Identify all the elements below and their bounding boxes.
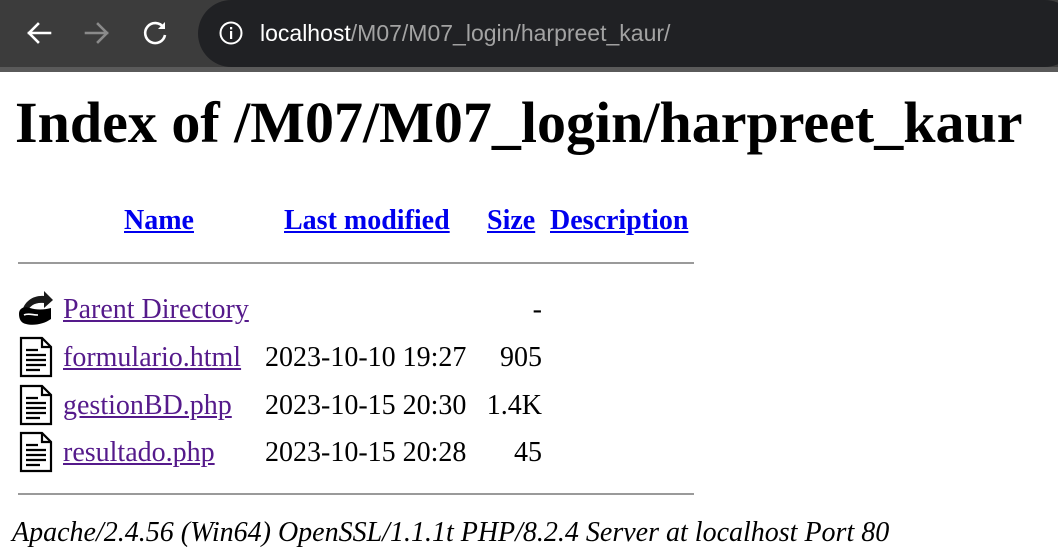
row-size: 905 xyxy=(500,342,542,373)
url-text[interactable]: localhost/M07/M07_login/harpreet_kaur/ xyxy=(260,15,670,51)
column-header-description[interactable]: Description xyxy=(550,203,688,239)
row-size: 45 xyxy=(514,437,542,468)
row-name-link[interactable]: formulario.html xyxy=(63,340,241,376)
text-file-icon xyxy=(19,336,53,378)
url-host: localhost xyxy=(260,20,351,46)
browser-toolbar: localhost/M07/M07_login/harpreet_kaur/ xyxy=(0,0,1058,72)
bottom-divider xyxy=(18,493,694,495)
reload-icon xyxy=(143,21,167,45)
text-file-icon xyxy=(19,431,53,473)
row-name-link[interactable]: gestionBD.php xyxy=(63,388,232,424)
reload-button[interactable] xyxy=(138,14,172,52)
text-file-icon xyxy=(19,384,53,426)
url-path: /M07/M07_login/harpreet_kaur/ xyxy=(350,20,671,46)
row-last-modified: 2023-10-15 20:30 xyxy=(265,390,467,421)
row-last-modified: 2023-10-10 19:27 xyxy=(265,342,467,373)
table-row: gestionBD.php 2023-10-15 20:30 1.4K xyxy=(0,384,700,432)
row-size: - xyxy=(532,294,542,325)
forward-button[interactable] xyxy=(80,14,114,52)
parent-directory-icon xyxy=(19,291,53,325)
row-name-link[interactable]: resultado.php xyxy=(63,435,215,471)
column-header-name[interactable]: Name xyxy=(124,203,194,239)
column-header-size[interactable]: Size xyxy=(487,203,535,239)
column-header-last-modified[interactable]: Last modified xyxy=(284,203,450,239)
row-name-link[interactable]: Parent Directory xyxy=(63,292,249,328)
arrow-right-icon xyxy=(84,22,109,44)
row-last-modified: 2023-10-15 20:28 xyxy=(265,437,467,468)
table-row: resultado.php 2023-10-15 20:28 45 xyxy=(0,431,700,479)
top-divider xyxy=(18,262,694,264)
row-size: 1.4K xyxy=(486,390,542,421)
arrow-left-icon xyxy=(27,22,52,44)
table-row: formulario.html 2023-10-10 19:27 905 xyxy=(0,336,700,384)
table-row: Parent Directory - xyxy=(0,288,700,336)
info-icon[interactable] xyxy=(218,20,244,46)
server-signature: Apache/2.4.56 (Win64) OpenSSL/1.1.1t PHP… xyxy=(12,517,890,548)
page-title: Index of /M07/M07_login/harpreet_kaur xyxy=(15,90,1023,155)
back-button[interactable] xyxy=(22,14,56,52)
